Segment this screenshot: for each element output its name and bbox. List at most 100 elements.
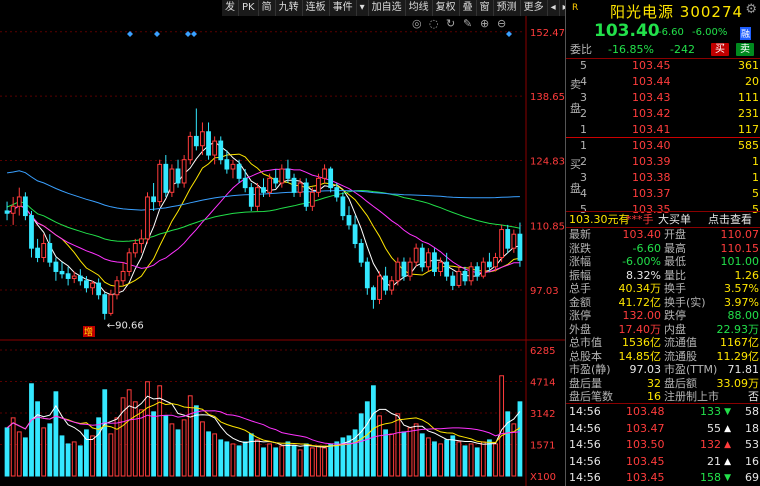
candle-body: [493, 256, 498, 268]
volume-bar: [102, 389, 108, 477]
candle-body: [53, 261, 59, 272]
kline-chart-panel[interactable]: 152.47 138.65 124.83 110.85 97.03 6285 4714 314…: [0, 0, 572, 486]
stat-label: 总市值: [569, 336, 602, 349]
candle-body: [41, 243, 47, 258]
stat-value: 110.15: [720, 241, 760, 255]
toolbar-item[interactable]: 加自选: [369, 0, 406, 16]
stat-label: 换手: [664, 282, 686, 295]
volume-bar: [175, 429, 181, 477]
candle-body: [138, 238, 144, 245]
volume-bar: [224, 441, 230, 477]
volume-bar: [279, 445, 285, 477]
volume-bar: [358, 413, 364, 477]
tick-count: 58: [745, 405, 759, 418]
volume-axis-label: 4714: [530, 377, 555, 388]
level: 4: [580, 75, 587, 88]
volume-bar: [432, 441, 437, 477]
candle-body: [187, 135, 193, 161]
stat-row: 涨跌 -6.60 最高 110.15: [566, 242, 760, 255]
candle-body: [71, 275, 77, 279]
big-order-row[interactable]: 103.30元有 ***手 大买单 点击查看: [566, 212, 760, 228]
volume-bar: [267, 443, 272, 477]
candle-body: [334, 187, 340, 198]
minus-icon[interactable]: ⊖: [497, 17, 506, 30]
volume-bar: [169, 423, 175, 477]
eye-slash-icon[interactable]: ◌: [429, 17, 439, 30]
arrow-up-icon: ▲: [724, 423, 731, 434]
volume-bar: [126, 389, 132, 477]
big-order-link[interactable]: 点击查看: [708, 212, 752, 228]
stat-label: 市盈(静): [569, 363, 611, 376]
candle-body: [151, 196, 156, 203]
bids-level-3[interactable]: 3 103.38 1: [566, 170, 760, 186]
candle-body: [132, 243, 138, 254]
stat-value: 97.03: [629, 363, 662, 376]
level-price: 103.38: [632, 171, 671, 184]
bids-level-1[interactable]: 1 103.40 585: [566, 138, 760, 154]
tick-row: 14:56 103.45 158 ▼ 69: [566, 470, 760, 486]
toolbar-item[interactable]: 连板: [303, 0, 330, 16]
asks-level-1[interactable]: 1 103.41 117: [566, 122, 760, 138]
candle-body: [242, 177, 248, 189]
volume-bar: [151, 411, 156, 477]
toolbar-item[interactable]: 九转: [276, 0, 303, 16]
volume-bar: [4, 427, 10, 477]
stat-row: 盘后笔数 16 注册制上市 否: [566, 390, 760, 403]
eye-icon[interactable]: ◎: [412, 17, 422, 30]
asks-level-5[interactable]: 5 103.45 361: [566, 58, 760, 74]
toolbar-item[interactable]: 预测: [494, 0, 521, 16]
asks-level-4[interactable]: 4 103.44 20: [566, 74, 760, 90]
asks-level-2[interactable]: 2 103.42 231: [566, 106, 760, 122]
buy-button[interactable]: 买: [711, 43, 729, 56]
stat-label: 流通值: [664, 336, 697, 349]
volume-bar: [303, 443, 309, 477]
pen-icon[interactable]: ✎: [463, 17, 472, 30]
level-price: 103.37: [632, 187, 671, 200]
volume-bar: [206, 431, 211, 477]
candle-body: [84, 280, 89, 289]
candle-body: [114, 280, 120, 296]
volume-bar: [193, 405, 199, 477]
toolbar-item[interactable]: 简: [259, 0, 276, 16]
volume-bar: [230, 443, 236, 477]
toolbar-item[interactable]: PK: [239, 0, 259, 16]
toolbar-item[interactable]: 复权: [433, 0, 460, 16]
arrow-up-icon: ▲: [724, 456, 731, 467]
level-volume: 5: [752, 187, 759, 200]
plus-icon[interactable]: ⊕: [480, 17, 489, 30]
asks-level-3[interactable]: 3 103.43 111: [566, 90, 760, 106]
volume-bar: [84, 429, 89, 477]
volume-bar: [389, 433, 395, 477]
volume-bar: [468, 443, 474, 477]
level: 4: [580, 187, 587, 200]
candle-body: [261, 187, 266, 193]
volume-bar: [200, 421, 205, 477]
toolbar-item[interactable]: ◂: [548, 0, 560, 16]
volume-bar: [487, 439, 492, 477]
toolbar-item[interactable]: 发: [222, 0, 239, 16]
stat-label: 盘后额: [664, 376, 697, 390]
stat-label: 换手(实): [664, 295, 706, 309]
stat-label: 总股本: [569, 349, 602, 363]
candle-body: [248, 187, 254, 207]
bids-level-4[interactable]: 4 103.37 5: [566, 186, 760, 202]
toolbar-item[interactable]: 均线: [406, 0, 433, 16]
candle-body: [438, 261, 443, 272]
refresh-icon[interactable]: ↻: [446, 17, 455, 30]
toolbar-item[interactable]: 窗: [477, 0, 494, 16]
candle-body: [255, 187, 260, 207]
toolbar-item[interactable]: ▾: [357, 0, 369, 16]
bids-level-2[interactable]: 2 103.39 1: [566, 154, 760, 170]
chart-toolbar: 发PK简九转连板事件▾加自选均线复权叠窗预测更多◂▸: [222, 0, 572, 16]
sell-button[interactable]: 卖: [736, 43, 754, 56]
toolbar-item[interactable]: 更多: [521, 0, 548, 16]
candlestick-chart[interactable]: 152.47 138.65 124.83 110.85 97.03 6285 4714 314…: [0, 0, 565, 486]
toolbar-item[interactable]: 叠: [460, 0, 477, 16]
stat-label: 盘后笔数: [569, 390, 613, 403]
toolbar-item[interactable]: 事件: [330, 0, 357, 16]
candle-body: [10, 205, 16, 214]
settings-icon[interactable]: ⚙: [745, 2, 757, 17]
stat-label: 内盘: [664, 322, 686, 336]
margin-tag: 融: [740, 27, 752, 40]
volume-bar: [218, 439, 224, 477]
